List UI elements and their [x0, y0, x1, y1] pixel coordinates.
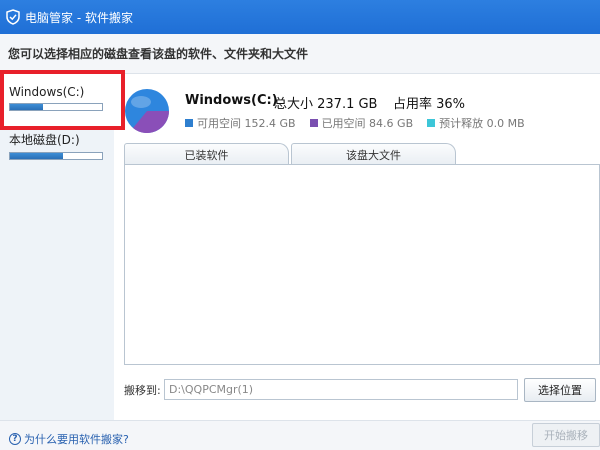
- legend-used-space: 已用空间 84.6 GB: [309, 115, 414, 131]
- legend-free-space: 可用空间 152.4 GB: [185, 115, 296, 131]
- content-tabs: 已装软件 该盘大文件: [124, 143, 600, 165]
- destination-path-input[interactable]: [164, 379, 518, 400]
- help-link[interactable]: ? 为什么要用软件搬家?: [9, 431, 129, 447]
- start-move-button[interactable]: 开始搬移: [532, 423, 600, 447]
- footer-bar: ? 为什么要用软件搬家?: [0, 420, 600, 450]
- legend-label: 预计释放 0.0 MB: [439, 117, 525, 130]
- legend-label: 可用空间 152.4 GB: [197, 117, 296, 130]
- move-to-label: 搬移到:: [124, 384, 161, 397]
- disk-name: Windows(C:): [185, 93, 278, 108]
- drive-usage-fill: [10, 153, 64, 159]
- tab-large-files[interactable]: 该盘大文件: [291, 143, 456, 165]
- disk-total-size: 总大小 237.1 GB: [274, 97, 378, 112]
- disk-legend: 可用空间 152.4 GB 已用空间 84.6 GB 预计释放 0.0 MB: [185, 115, 525, 131]
- legend-estimated-release: 预计释放 0.0 MB: [427, 115, 525, 131]
- drive-item-c[interactable]: Windows(C:): [0, 75, 114, 127]
- legend-swatch: [185, 119, 193, 127]
- disk-usage-rate: 占用率 36%: [393, 97, 466, 112]
- legend-label: 已用空间 84.6 GB: [321, 117, 414, 130]
- drive-label: Windows(C:): [9, 85, 85, 99]
- question-icon: ?: [9, 433, 21, 445]
- tab-installed-software[interactable]: 已装软件: [124, 143, 289, 165]
- title-bar: 电脑管家 - 软件搬家: [0, 0, 600, 34]
- software-list-panel[interactable]: [124, 164, 600, 365]
- drive-usage-bar: [9, 103, 103, 111]
- shield-check-icon: [6, 9, 20, 25]
- instruction-text: 您可以选择相应的磁盘查看该盘的软件、文件夹和大文件: [0, 34, 600, 74]
- pie-gloss: [131, 96, 151, 108]
- window-title: 电脑管家 - 软件搬家: [25, 10, 133, 25]
- legend-swatch: [309, 119, 318, 127]
- drive-usage-bar: [9, 152, 103, 160]
- drive-item-d[interactable]: 本地磁盘(D:): [0, 121, 114, 173]
- drive-sidebar: Windows(C:) 本地磁盘(D:): [0, 75, 114, 420]
- disk-usage-pie-chart: [125, 89, 169, 133]
- drive-usage-fill: [10, 104, 44, 110]
- drive-label: 本地磁盘(D:): [9, 133, 80, 147]
- legend-swatch: [427, 119, 436, 127]
- choose-location-button[interactable]: 选择位置: [524, 378, 596, 402]
- help-link-label: 为什么要用软件搬家?: [24, 433, 129, 446]
